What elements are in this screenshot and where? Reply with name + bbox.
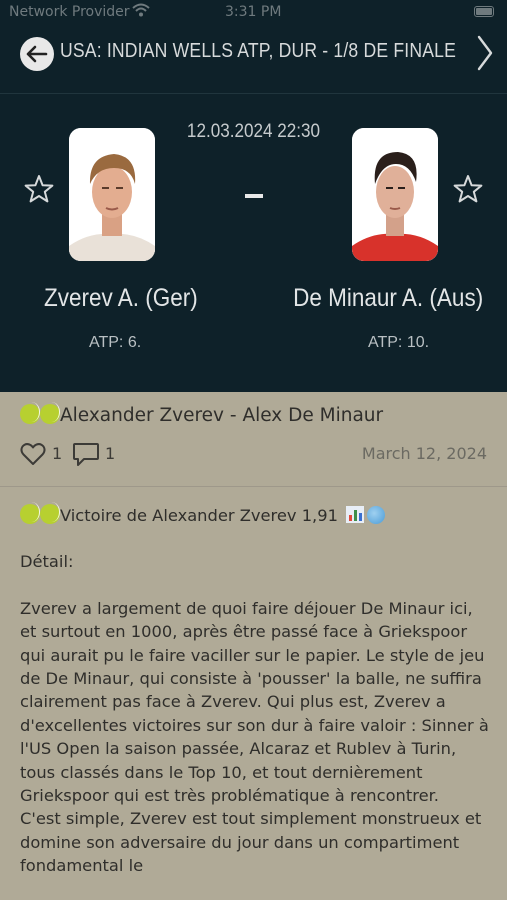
comment-count: 1 bbox=[105, 444, 116, 463]
tennis-ball-icon bbox=[20, 402, 40, 424]
player-photo[interactable] bbox=[352, 128, 438, 261]
back-button[interactable] bbox=[20, 37, 54, 71]
tip-text: Victoire de Alexander Zverev 1,91 bbox=[60, 506, 338, 525]
battery-icon bbox=[474, 6, 494, 17]
post-date: March 12, 2024 bbox=[361, 444, 487, 463]
player-photo[interactable] bbox=[69, 128, 155, 261]
score-separator bbox=[245, 194, 263, 198]
tennis-ball-icon bbox=[20, 502, 40, 524]
player-rank: ATP: 10. bbox=[368, 334, 430, 351]
status-bar: Network Provider 3:31 PM bbox=[0, 0, 507, 26]
post-paragraph: Zverev a largement de quoi faire déjouer… bbox=[20, 598, 489, 806]
tennis-ball-icon bbox=[40, 502, 60, 524]
comment-icon[interactable] bbox=[72, 442, 100, 468]
player-name[interactable]: Zverev A. (Ger) bbox=[44, 284, 198, 313]
post-meta: 1 1 March 12, 2024 bbox=[20, 441, 487, 469]
top-bar: USA: INDIAN WELLS ATP, DUR - 1/8 DE FINA… bbox=[0, 30, 507, 76]
like-count: 1 bbox=[52, 444, 63, 463]
back-arrow-icon bbox=[26, 45, 48, 63]
bar-chart-icon bbox=[346, 506, 365, 523]
post-paragraph: C'est simple, Zverev est tout simplement… bbox=[20, 809, 482, 876]
player-rank: ATP: 6. bbox=[89, 334, 142, 351]
post-title-text: Alexander Zverev - Alex De Minaur bbox=[60, 405, 384, 426]
tennis-ball-icon bbox=[40, 402, 60, 424]
post-body: Victoire de Alexander Zverev 1,91 Détail… bbox=[20, 502, 490, 878]
heart-icon[interactable] bbox=[20, 442, 46, 466]
chevron-right-icon[interactable] bbox=[474, 33, 496, 73]
post-divider bbox=[0, 486, 507, 487]
status-time: 3:31 PM bbox=[225, 4, 282, 20]
post-title: Alexander Zverev - Alex De Minaur bbox=[20, 402, 384, 426]
tip-line: Victoire de Alexander Zverev 1,91 bbox=[20, 502, 490, 527]
star-icon[interactable] bbox=[24, 174, 54, 204]
match-header: Network Provider 3:31 PM USA: INDIAN WEL… bbox=[0, 0, 507, 392]
star-icon[interactable] bbox=[453, 174, 483, 204]
detail-label: Détail: bbox=[20, 552, 74, 572]
page-title: USA: INDIAN WELLS ATP, DUR - 1/8 DE FINA… bbox=[60, 40, 457, 62]
header-divider bbox=[0, 93, 507, 94]
globe-icon bbox=[367, 506, 386, 524]
player-name[interactable]: De Minaur A. (Aus) bbox=[293, 284, 483, 313]
wifi-icon bbox=[132, 3, 150, 21]
carrier-label: Network Provider bbox=[9, 4, 130, 20]
